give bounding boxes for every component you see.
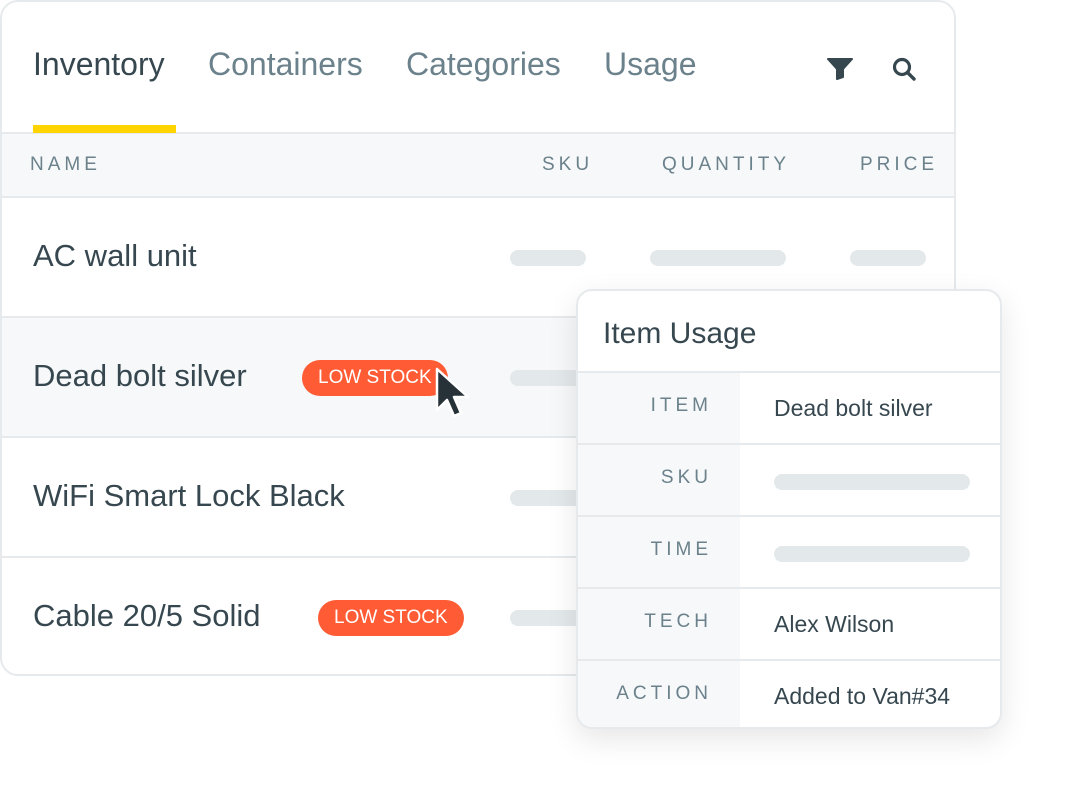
sku-placeholder: [510, 370, 586, 386]
sku-placeholder: [510, 610, 586, 626]
tab-inventory[interactable]: Inventory: [33, 46, 165, 83]
item-name: AC wall unit: [33, 238, 197, 273]
sku-placeholder: [774, 474, 970, 490]
low-stock-badge: LOW STOCK: [302, 360, 448, 396]
filter-button[interactable]: [824, 52, 856, 86]
field-value: Dead bolt silver: [774, 395, 933, 421]
column-header-name[interactable]: NAME: [30, 154, 101, 176]
sku-placeholder: [510, 250, 586, 266]
low-stock-badge: LOW STOCK: [318, 600, 464, 636]
popup-row-sku: SKU: [578, 443, 1000, 515]
popup-row-time: TIME: [578, 515, 1000, 587]
popup-title: Item Usage: [603, 317, 757, 350]
field-value: Alex Wilson: [774, 611, 895, 637]
time-placeholder: [774, 546, 970, 562]
column-header-quantity[interactable]: QUANTITY: [662, 154, 790, 176]
popup-row-action: ACTION Added to Van#34: [578, 659, 1000, 727]
popup-row-tech: TECH Alex Wilson: [578, 587, 1000, 659]
price-placeholder: [850, 250, 926, 266]
field-label: TIME: [650, 539, 712, 560]
tab-usage[interactable]: Usage: [604, 46, 697, 83]
field-label: ITEM: [650, 395, 712, 416]
item-usage-popup: Item Usage ITEM Dead bolt silver SKU TIM…: [576, 289, 1002, 729]
search-button[interactable]: [888, 52, 920, 86]
table-header: NAME SKU QUANTITY PRICE: [2, 134, 954, 198]
filter-icon: [827, 58, 853, 80]
column-header-sku[interactable]: SKU: [542, 154, 593, 176]
field-label: ACTION: [616, 683, 712, 704]
column-header-price[interactable]: PRICE: [860, 154, 938, 176]
item-name: Cable 20/5 Solid: [33, 598, 261, 633]
field-value: Added to Van#34: [774, 683, 951, 709]
tab-bar: Inventory Containers Categories Usage: [2, 2, 954, 134]
tab-containers[interactable]: Containers: [208, 46, 363, 83]
popup-row-item: ITEM Dead bolt silver: [578, 371, 1000, 443]
tab-categories[interactable]: Categories: [406, 46, 561, 83]
quantity-placeholder: [650, 250, 786, 266]
active-tab-indicator: [33, 125, 176, 133]
search-icon: [892, 57, 916, 81]
item-name: Dead bolt silver: [33, 358, 247, 393]
item-name: WiFi Smart Lock Black: [33, 478, 345, 513]
mouse-cursor-icon: [435, 367, 470, 418]
sku-placeholder: [510, 490, 586, 506]
field-label: TECH: [644, 611, 712, 632]
field-label: SKU: [660, 467, 712, 488]
